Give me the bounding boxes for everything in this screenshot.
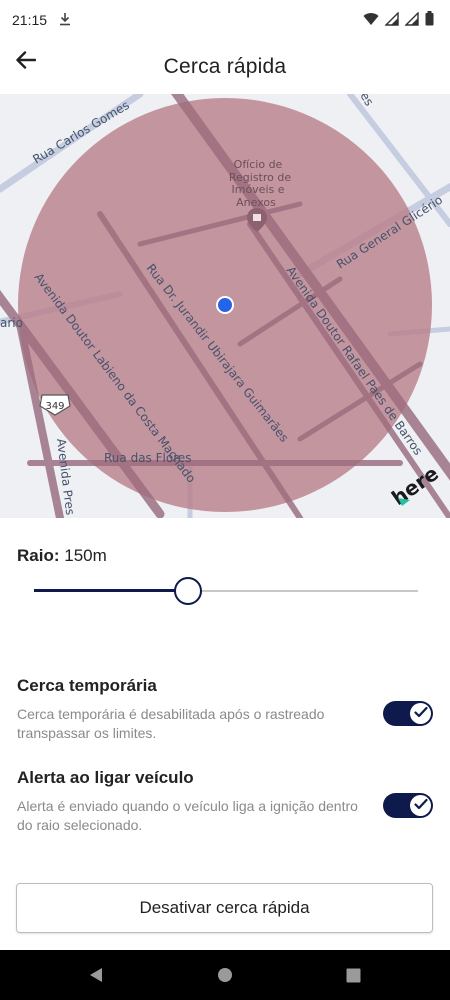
radius-value: 150m <box>64 546 107 565</box>
status-time: 21:15 <box>12 12 48 28</box>
setting-description: Alerta é enviado quando o veículo liga a… <box>17 798 358 833</box>
radius-slider[interactable] <box>34 575 418 607</box>
download-icon <box>59 12 71 29</box>
battery-icon <box>425 11 434 29</box>
back-button[interactable] <box>10 46 42 78</box>
wifi-icon <box>363 12 379 29</box>
check-icon <box>413 705 428 723</box>
street-label: Rua das Flores <box>104 451 192 465</box>
setting-title: Cerca temporária <box>17 676 157 695</box>
poi-label: Ofício de <box>234 158 283 171</box>
map-view[interactable]: Rua Carlos Gomes Rua General Glicério Ru… <box>0 94 450 518</box>
poi-label: Anexos <box>236 196 276 209</box>
slider-thumb[interactable] <box>173 577 202 605</box>
svg-text:349: 349 <box>45 401 64 412</box>
deactivate-fence-button[interactable]: Desativar cerca rápida <box>16 883 433 933</box>
slider-fill <box>34 589 188 592</box>
check-icon <box>413 797 428 815</box>
status-bar: 21:15 <box>0 0 450 40</box>
location-dot-core <box>218 298 232 312</box>
arrow-left-icon <box>16 50 37 74</box>
signal-icon <box>384 10 399 29</box>
page-title: Cerca rápida <box>163 55 287 78</box>
temporary-fence-toggle[interactable] <box>383 701 433 726</box>
radius-label-title: Raio: <box>17 546 60 565</box>
setting-ignition-alert: Alerta ao ligar veículo Alerta é enviado… <box>17 768 437 835</box>
street-label: ario <box>0 316 23 330</box>
setting-description: Cerca temporária é desabilitada após o r… <box>17 706 325 741</box>
radius-label: Raio: 150m <box>17 546 107 566</box>
poi-label: Imóveis e <box>231 183 284 196</box>
toggle-knob <box>410 703 431 724</box>
setting-title: Alerta ao ligar veículo <box>17 768 194 787</box>
home-circle-icon[interactable] <box>215 965 235 985</box>
back-triangle-icon[interactable] <box>86 965 106 985</box>
signal-icon <box>404 10 419 29</box>
recents-square-icon[interactable] <box>343 965 363 985</box>
app-bar: Cerca rápida <box>0 40 450 94</box>
toggle-knob <box>410 795 431 816</box>
system-nav-bar <box>0 950 450 1000</box>
setting-temporary-fence: Cerca temporária Cerca temporária é desa… <box>17 676 437 743</box>
ignition-alert-toggle[interactable] <box>383 793 433 818</box>
